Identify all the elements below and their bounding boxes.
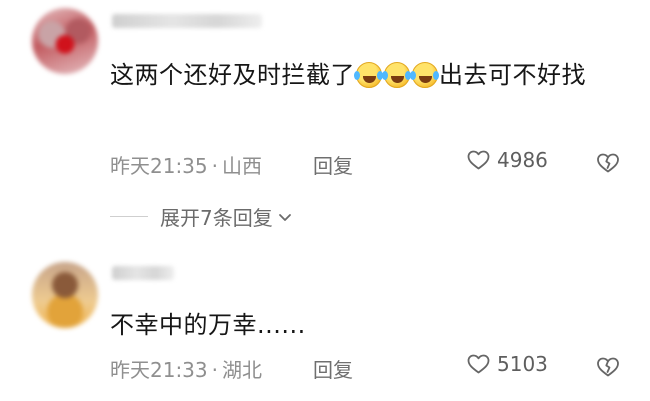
like-button[interactable]: 4986 (466, 148, 548, 172)
laughing-crying-emoji-icon (382, 62, 410, 88)
comment-text: 这两个还好及时拦截了 出去可不好找 (110, 52, 630, 98)
like-count: 5103 (497, 352, 548, 376)
comment-text-part1: 这两个还好及时拦截了 (110, 61, 355, 89)
comment-location: 山西 (222, 154, 262, 178)
broken-heart-icon[interactable] (596, 355, 620, 379)
meta-separator: · (211, 358, 218, 382)
avatar[interactable] (32, 262, 98, 328)
comment-text-part2: 出去可不好找 (439, 61, 586, 89)
chevron-down-icon (278, 213, 291, 221)
expand-replies-label: 展开7条回复 (160, 206, 273, 230)
avatar[interactable] (32, 8, 98, 74)
heart-icon (467, 354, 490, 374)
reply-button[interactable]: 回复 (313, 150, 353, 179)
laughing-crying-emoji-icon (354, 62, 382, 88)
broken-heart-icon[interactable] (596, 151, 620, 175)
username-blurred[interactable] (112, 14, 262, 28)
comment-list: 这两个还好及时拦截了 出去可不好找 昨天21:35 · 山西 回复 4986 展开7条… (0, 0, 650, 401)
username-blurred[interactable] (112, 266, 174, 280)
comment-meta: 昨天21:33 · 湖北 (110, 354, 262, 383)
comment-meta: 昨天21:35 · 山西 (110, 150, 262, 179)
expand-replies-button[interactable]: 展开7条回复 (110, 202, 293, 231)
heart-icon (467, 150, 490, 170)
meta-separator: · (211, 154, 218, 178)
comment-location: 湖北 (222, 358, 262, 382)
comment-time: 昨天21:33 (110, 358, 208, 382)
comment-time: 昨天21:35 (110, 154, 208, 178)
laughing-crying-emoji-icon (410, 62, 438, 88)
like-count: 4986 (497, 148, 548, 172)
comment-text: 不幸中的万幸...... (110, 311, 306, 339)
divider-line (110, 216, 148, 217)
like-button[interactable]: 5103 (466, 352, 548, 376)
reply-button[interactable]: 回复 (313, 354, 353, 383)
